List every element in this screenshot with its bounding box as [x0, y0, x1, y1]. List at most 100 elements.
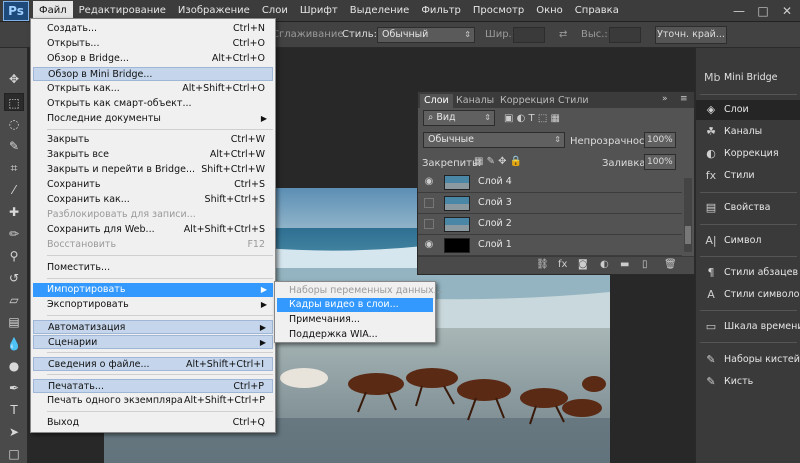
layer-row[interactable]: Слой 2: [418, 214, 682, 235]
minimize-button[interactable]: —: [730, 3, 748, 19]
height-field[interactable]: [609, 27, 641, 43]
layer-mask-icon[interactable]: ◙: [578, 259, 588, 270]
style-select[interactable]: Обычный ⇕: [377, 27, 475, 43]
submenu-item-video-frames-to-layers[interactable]: Кадры видео в слои...: [277, 298, 433, 312]
dock-item-paragraph-styles[interactable]: ¶ Стили абзацев: [696, 263, 800, 283]
rectangle-tool-icon[interactable]: □: [4, 445, 24, 463]
pen-tool-icon[interactable]: ✒: [4, 379, 24, 397]
clone-stamp-tool-icon[interactable]: ⚲: [4, 247, 24, 265]
eye-icon[interactable]: ◉: [422, 175, 436, 189]
layer-row[interactable]: ◉ Слой 4: [418, 172, 682, 193]
lasso-tool-icon[interactable]: ◌: [4, 115, 24, 133]
marquee-tool-icon[interactable]: ⬚: [4, 93, 24, 111]
dodge-tool-icon[interactable]: ●: [4, 357, 24, 375]
menu-window[interactable]: Окно: [530, 1, 569, 21]
menu-item-import[interactable]: Импортировать ▶: [33, 283, 273, 297]
brush-tool-icon[interactable]: ✏: [4, 225, 24, 243]
eraser-tool-icon[interactable]: ▱: [4, 291, 24, 309]
menu-item-browse-mini-bridge[interactable]: Обзор в Mini Bridge...: [33, 67, 273, 81]
tab-adjustments[interactable]: Коррекция: [496, 94, 559, 108]
menu-item-close[interactable]: Закрыть Ctrl+W: [33, 133, 273, 147]
path-select-tool-icon[interactable]: ➤: [4, 423, 24, 441]
healing-brush-tool-icon[interactable]: ✚: [4, 203, 24, 221]
dock-item-character-styles[interactable]: A Стили символов: [696, 285, 800, 305]
layer-style-icon[interactable]: fx: [558, 259, 567, 270]
dock-item-timeline[interactable]: ▭ Шкала времени: [696, 317, 800, 337]
collapse-icon[interactable]: »: [662, 94, 668, 104]
adjustment-layer-icon[interactable]: ◐: [600, 259, 609, 270]
menu-select[interactable]: Выделение: [344, 1, 416, 21]
trash-icon[interactable]: 🗑: [664, 259, 677, 270]
filter-icons[interactable]: ▣ ◐ T ⬚ ▦: [504, 113, 560, 124]
visibility-toggle[interactable]: [424, 198, 434, 208]
dock-item-character[interactable]: A| Символ: [696, 231, 800, 251]
submenu-item-notes[interactable]: Примечания...: [277, 313, 433, 327]
eye-icon[interactable]: ◉: [422, 238, 436, 252]
close-button[interactable]: ✕: [778, 3, 796, 19]
dock-item-brush-presets[interactable]: ✎ Наборы кистей: [696, 350, 800, 370]
dock-item-styles[interactable]: fx Стили: [696, 166, 800, 186]
menu-item-print-one-copy[interactable]: Печать одного экземпляра Alt+Shift+Ctrl+P: [33, 394, 273, 408]
layer-row[interactable]: Слой 3: [418, 193, 682, 214]
type-tool-icon[interactable]: T: [4, 401, 24, 419]
blur-tool-icon[interactable]: 💧: [4, 335, 24, 353]
dock-item-channels[interactable]: ☘ Каналы: [696, 122, 800, 142]
menu-item-scripts[interactable]: Сценарии ▶: [33, 335, 273, 349]
menu-item-close-all[interactable]: Закрыть все Alt+Ctrl+W: [33, 148, 273, 162]
refine-edge-button[interactable]: Уточн. край...: [655, 26, 727, 44]
menu-item-save-as[interactable]: Сохранить как... Shift+Ctrl+S: [33, 193, 273, 207]
menu-item-recent[interactable]: Последние документы ▶: [33, 112, 273, 126]
swap-icon[interactable]: ⇄: [559, 29, 567, 40]
crop-tool-icon[interactable]: ⌗: [4, 159, 24, 177]
tab-styles[interactable]: Стили: [554, 94, 593, 108]
new-layer-icon[interactable]: ▯: [642, 259, 648, 270]
visibility-toggle[interactable]: [424, 219, 434, 229]
menu-item-file-info[interactable]: Сведения о файле... Alt+Shift+Ctrl+I: [33, 357, 273, 371]
scrollbar-thumb[interactable]: [685, 226, 691, 244]
layer-row[interactable]: ◉ Слой 1: [418, 235, 682, 256]
width-field[interactable]: [513, 27, 545, 43]
menu-item-export[interactable]: Экспортировать ▶: [33, 298, 273, 312]
menu-filter[interactable]: Фильтр: [415, 1, 467, 21]
history-brush-tool-icon[interactable]: ↺: [4, 269, 24, 287]
quick-select-tool-icon[interactable]: ✎: [4, 137, 24, 155]
menu-item-label: Сохранить для Web...: [47, 224, 155, 235]
dock-item-properties[interactable]: ▤ Свойства: [696, 198, 800, 218]
menu-item-save-for-web[interactable]: Сохранить для Web... Alt+Shift+Ctrl+S: [33, 223, 273, 237]
blend-mode-select[interactable]: Обычные ⇕: [423, 132, 565, 148]
menu-item-browse-bridge[interactable]: Обзор в Bridge... Alt+Ctrl+O: [33, 52, 273, 66]
opacity-field[interactable]: 100%: [644, 132, 676, 148]
submenu-item-wia-support[interactable]: Поддержка WIA...: [277, 328, 433, 342]
layer-kind-filter[interactable]: ⌕ Вид ⇕: [423, 110, 495, 126]
dock-item-adjustments[interactable]: ◐ Коррекция: [696, 144, 800, 164]
menu-item-open[interactable]: Открыть... Ctrl+O: [33, 37, 273, 51]
panel-menu-icon[interactable]: ≡: [680, 94, 688, 104]
menu-item-exit[interactable]: Выход Ctrl+Q: [33, 416, 273, 430]
menu-item-close-go-bridge[interactable]: Закрыть и перейти в Bridge... Shift+Ctrl+…: [33, 163, 273, 177]
menu-type[interactable]: Шрифт: [294, 1, 344, 21]
fill-field[interactable]: 100%: [644, 154, 676, 170]
link-layers-icon[interactable]: ⛓: [536, 259, 549, 270]
dock-item-mini-bridge[interactable]: Mb Mini Bridge: [696, 68, 800, 88]
dock-item-layers[interactable]: ◈ Слои: [696, 100, 800, 120]
smoothing-checkbox-label[interactable]: Сглаживание: [272, 29, 343, 40]
tab-layers[interactable]: Слои: [420, 94, 453, 108]
menu-help[interactable]: Справка: [569, 1, 625, 21]
lock-icons[interactable]: ▦ ✎ ✥ 🔒: [474, 156, 522, 167]
move-tool-icon[interactable]: ✥: [4, 70, 24, 88]
menu-item-print[interactable]: Печатать... Ctrl+P: [33, 379, 273, 393]
menu-item-automate[interactable]: Автоматизация ▶: [33, 320, 273, 334]
new-group-icon[interactable]: ▬: [620, 259, 629, 270]
dock-item-brush[interactable]: ✎ Кисть: [696, 372, 800, 392]
menu-item-open-smart-object[interactable]: Открыть как смарт-объект...: [33, 97, 273, 111]
layers-scrollbar[interactable]: [684, 178, 692, 252]
maximize-button[interactable]: □: [754, 3, 772, 19]
eyedropper-tool-icon[interactable]: ⁄: [4, 181, 24, 199]
menu-view[interactable]: Просмотр: [467, 1, 530, 21]
menu-item-open-as[interactable]: Открыть как... Alt+Shift+Ctrl+O: [33, 82, 273, 96]
menu-item-save[interactable]: Сохранить Ctrl+S: [33, 178, 273, 192]
menu-item-place[interactable]: Поместить...: [33, 261, 273, 275]
gradient-tool-icon[interactable]: ▤: [4, 313, 24, 331]
tab-channels[interactable]: Каналы: [452, 94, 498, 108]
menu-item-new[interactable]: Создать... Ctrl+N: [33, 22, 273, 36]
